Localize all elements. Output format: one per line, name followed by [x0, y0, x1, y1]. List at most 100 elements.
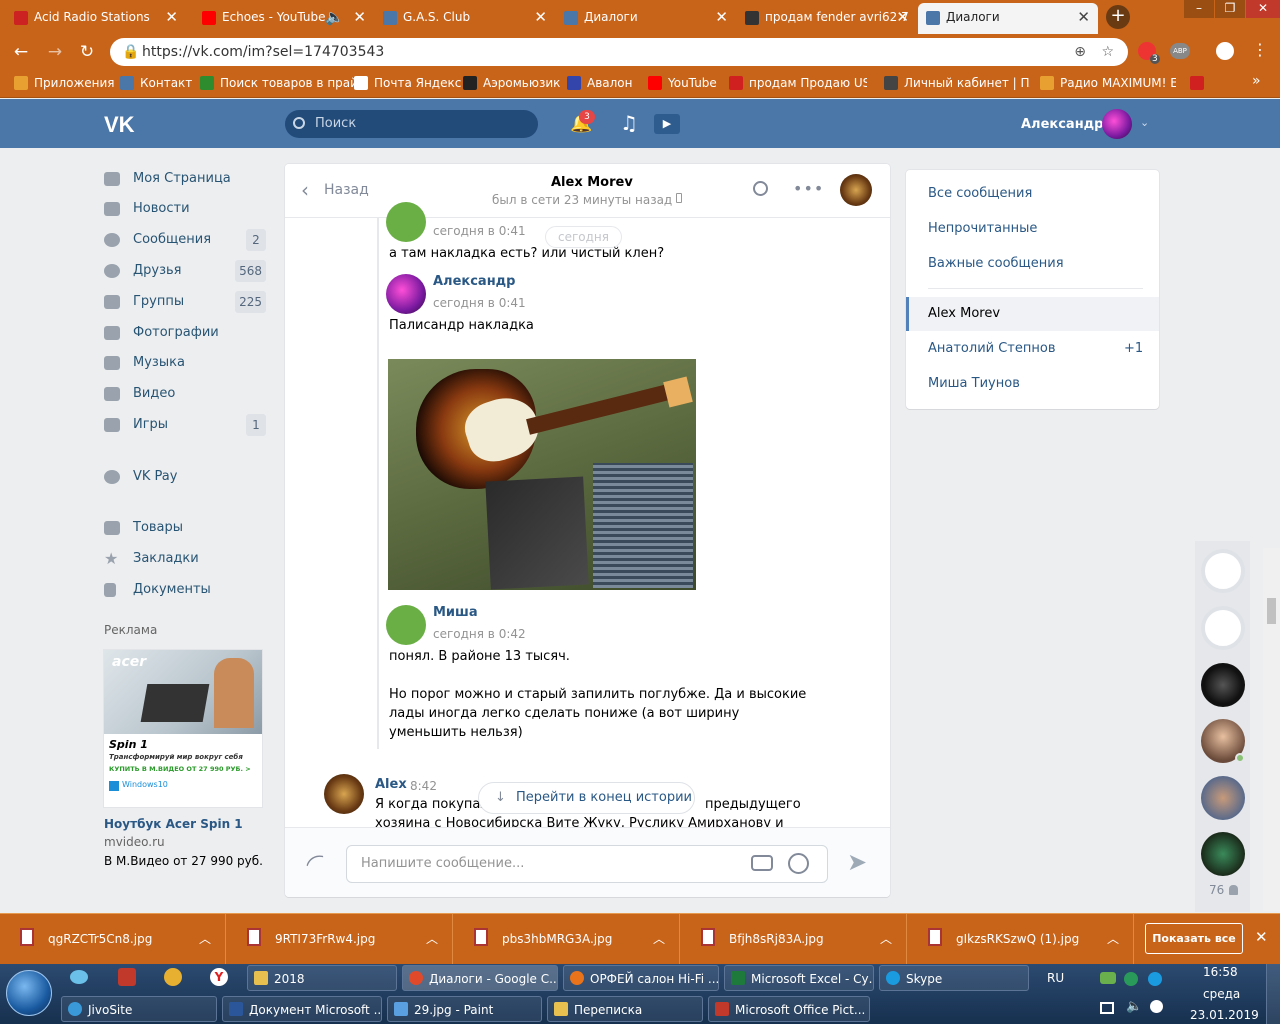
- maximize-button[interactable]: ❐: [1215, 0, 1245, 18]
- chevron-up-icon[interactable]: ︿: [426, 914, 438, 964]
- chevron-up-icon[interactable]: ︿: [1107, 914, 1119, 964]
- menu-bookmarks[interactable]: ★ Закладки: [104, 546, 268, 572]
- browser-tab-active[interactable]: Диалоги ✕: [918, 3, 1098, 34]
- download-item[interactable]: pbs3hbMRG3A.jpg ︿: [454, 914, 680, 965]
- menu-my-page[interactable]: Моя Страница: [104, 166, 268, 192]
- emoji-icon[interactable]: [788, 853, 809, 874]
- avatar[interactable]: [386, 202, 426, 242]
- bookmark-item[interactable]: [1190, 76, 1210, 90]
- menu-documents[interactable]: Документы: [104, 577, 268, 603]
- filter-important[interactable]: Важные сообщения: [928, 256, 1064, 271]
- menu-games[interactable]: Игры 1: [104, 412, 268, 438]
- tray-icon[interactable]: [1124, 972, 1138, 986]
- show-desktop-button[interactable]: [1266, 964, 1280, 1024]
- profile-icon[interactable]: [1216, 42, 1234, 60]
- taskbar-item[interactable]: 29.jpg - Paint: [387, 996, 542, 1022]
- bookmark-apps[interactable]: Приложения: [14, 76, 115, 90]
- close-icon[interactable]: ✕: [353, 3, 366, 31]
- chevron-up-icon[interactable]: ︿: [880, 914, 892, 964]
- chevron-left-icon[interactable]: ‹: [301, 178, 309, 202]
- friends-count[interactable]: 76: [1209, 883, 1224, 897]
- avatar[interactable]: [386, 605, 426, 645]
- close-icon[interactable]: ✕: [1255, 928, 1268, 946]
- taskbar-item-active[interactable]: Диалоги - Google C...: [402, 965, 558, 991]
- taskbar-item[interactable]: JivoSite: [61, 996, 217, 1022]
- dialog-item-name[interactable]: Анатолий Степнов: [928, 341, 1056, 356]
- friend-avatar[interactable]: [1201, 663, 1245, 707]
- taskbar-item[interactable]: Microsoft Office Pict...: [708, 996, 870, 1022]
- message-author[interactable]: Миша: [433, 605, 478, 620]
- browser-tab[interactable]: Acid Radio Stations ✕: [6, 3, 186, 34]
- chevron-up-icon[interactable]: ︿: [199, 914, 211, 964]
- friend-avatar[interactable]: [1201, 776, 1245, 820]
- language-indicator[interactable]: RU: [1047, 971, 1064, 985]
- music-icon[interactable]: ♫: [620, 111, 638, 135]
- bookmark-item[interactable]: Личный кабинет | Пла: [884, 76, 1030, 90]
- bookmark-item[interactable]: Поиск товаров в прай: [200, 76, 358, 90]
- bookmark-item[interactable]: продам Продаю USB-: [729, 76, 867, 90]
- avatar[interactable]: [386, 274, 426, 314]
- contact-avatar[interactable]: [840, 174, 872, 206]
- ad-image[interactable]: acer Spin 1 Трансформируй мир вокруг себ…: [103, 649, 263, 808]
- download-item[interactable]: qgRZCTr5Cn8.jpg ︿: [0, 914, 226, 965]
- quicklaunch-1c-icon[interactable]: [164, 968, 182, 986]
- close-icon[interactable]: ✕: [165, 3, 178, 31]
- send-icon[interactable]: ➤: [847, 848, 867, 876]
- friend-avatar-dog-icon[interactable]: [1201, 606, 1245, 650]
- browser-tab[interactable]: продам fender avri62 7 ✕: [737, 3, 917, 34]
- menu-messages[interactable]: Сообщения 2: [104, 227, 268, 253]
- minimize-button[interactable]: –: [1184, 0, 1214, 18]
- info-icon[interactable]: [1150, 1000, 1163, 1013]
- ad-domain[interactable]: mvideo.ru: [104, 835, 165, 849]
- download-item[interactable]: 9RTI73FrRw4.jpg ︿: [227, 914, 453, 965]
- scroll-to-end-button[interactable]: ↓ Перейти в конец истории: [478, 782, 695, 814]
- message-author[interactable]: Александр: [433, 274, 516, 289]
- bookmark-item[interactable]: Контакт: [120, 76, 192, 90]
- menu-groups[interactable]: Группы 225: [104, 289, 268, 315]
- scrollbar-thumb[interactable]: [1267, 598, 1276, 624]
- skype-tray-icon[interactable]: [1148, 972, 1162, 986]
- more-dots-icon[interactable]: •••: [793, 179, 824, 198]
- reload-icon[interactable]: ↻: [76, 42, 98, 62]
- taskbar-item[interactable]: 2018: [247, 965, 397, 991]
- scrollbar-track[interactable]: [1263, 548, 1280, 911]
- download-item[interactable]: gIkzsRKSzwQ (1).jpg ︿: [908, 914, 1134, 965]
- search-input[interactable]: Поиск: [285, 110, 538, 138]
- menu-music[interactable]: Музыка: [104, 350, 268, 376]
- back-arrow-icon[interactable]: ←: [10, 42, 32, 62]
- clock-time[interactable]: 16:58: [1203, 965, 1238, 979]
- close-icon[interactable]: ✕: [534, 3, 547, 31]
- bookmark-item[interactable]: YouTube: [648, 76, 717, 90]
- taskbar-item[interactable]: ОРФЕЙ салон Hi-Fi ...: [563, 965, 719, 991]
- chevron-up-icon[interactable]: ︿: [653, 914, 665, 964]
- camera-icon[interactable]: [751, 855, 773, 871]
- show-all-button[interactable]: Показать все: [1145, 923, 1243, 954]
- dialog-item-name[interactable]: Alex Morev: [928, 306, 1000, 321]
- menu-vk-pay[interactable]: VK Pay: [104, 464, 268, 490]
- quicklaunch-icon[interactable]: [118, 968, 136, 986]
- browser-tab[interactable]: G.A.S. Club ✕: [375, 3, 555, 34]
- new-tab-button[interactable]: +: [1106, 5, 1130, 29]
- taskbar-item[interactable]: Skype: [879, 965, 1029, 991]
- paperclip-icon[interactable]: ⌒: [301, 847, 333, 882]
- avatar[interactable]: [324, 774, 364, 814]
- message-input[interactable]: Напишите сообщение...: [346, 845, 828, 883]
- taskbar-item[interactable]: Документ Microsoft ...: [222, 996, 382, 1022]
- menu-friends[interactable]: Друзья 568: [104, 258, 268, 284]
- menu-video[interactable]: Видео: [104, 381, 268, 407]
- menu-news[interactable]: Новости: [104, 196, 268, 222]
- chevron-down-icon[interactable]: ⌄: [1140, 116, 1149, 129]
- search-icon[interactable]: [753, 181, 768, 196]
- filter-all-messages[interactable]: Все сообщения: [928, 186, 1032, 201]
- network-icon[interactable]: [1100, 1002, 1114, 1014]
- ad-title[interactable]: Ноутбук Acer Spin 1: [104, 817, 243, 831]
- start-button[interactable]: [6, 970, 52, 1016]
- menu-goods[interactable]: Товары: [104, 515, 268, 541]
- adblock-icon[interactable]: ABP: [1170, 43, 1190, 59]
- bookmark-item[interactable]: Авалон: [567, 76, 633, 90]
- bookmark-star-icon[interactable]: ☆: [1101, 38, 1114, 66]
- friend-avatar[interactable]: [1201, 832, 1245, 876]
- play-icon[interactable]: ▶: [654, 114, 680, 134]
- url-input[interactable]: 🔒 https://vk.com/im?sel=174703543 ⊕ ☆: [110, 38, 1128, 66]
- yandex-browser-icon[interactable]: Y: [210, 968, 228, 986]
